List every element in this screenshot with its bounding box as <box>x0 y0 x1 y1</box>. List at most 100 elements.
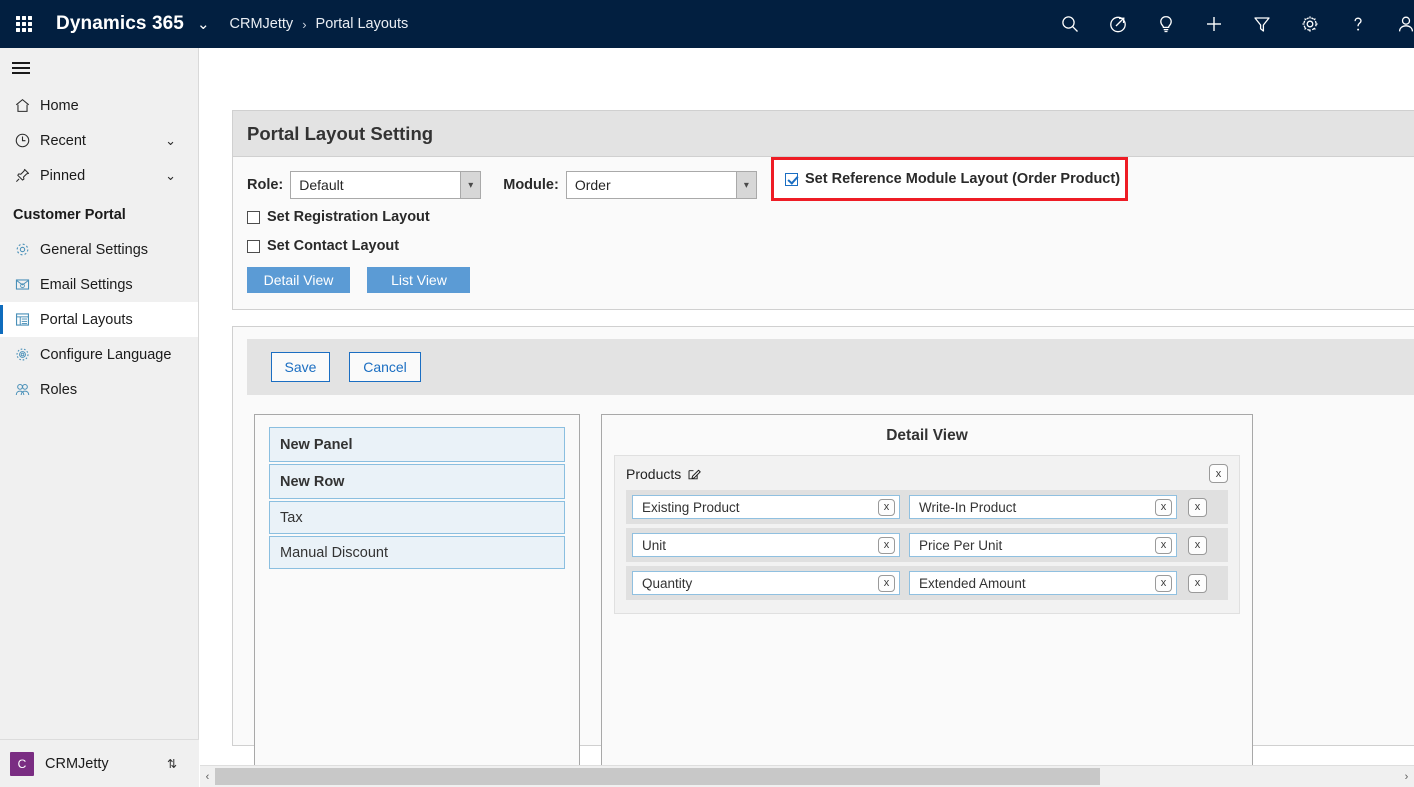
checkbox-box <box>785 173 798 186</box>
set-registration-layout-checkbox[interactable]: Set Registration Layout <box>247 209 1414 225</box>
field-write-in-product[interactable]: Write-In Product x <box>909 495 1177 519</box>
remove-section-button[interactable]: x <box>1209 464 1228 483</box>
sidebar-item-general-settings[interactable]: General Settings <box>0 232 198 267</box>
remove-field-button[interactable]: x <box>1155 537 1172 554</box>
chevron-down-icon: ▾ <box>460 172 480 198</box>
field-price-per-unit[interactable]: Price Per Unit x <box>909 533 1177 557</box>
field-existing-product[interactable]: Existing Product x <box>632 495 900 519</box>
remove-field-button[interactable]: x <box>878 499 895 516</box>
remove-row-button[interactable]: x <box>1188 498 1207 517</box>
portal-layout-setting-card: Portal Layout Setting Role: Default ▾ Mo… <box>232 110 1414 310</box>
sidebar-item-roles[interactable]: Roles <box>0 372 198 407</box>
layout-editor-card: Save Cancel New Panel New Row Tax Manual… <box>232 326 1414 746</box>
breadcrumb: CRMJetty › Portal Layouts <box>230 16 409 32</box>
remove-row-button[interactable]: x <box>1188 574 1207 593</box>
card-body: Role: Default ▾ Module: Order ▾ Set Regi… <box>233 157 1414 293</box>
sidebar-item-pinned[interactable]: Pinned ⌄ <box>0 158 198 193</box>
horizontal-scrollbar[interactable]: ‹ › <box>200 765 1414 787</box>
field-label: Write-In Product <box>919 500 1016 515</box>
assistant-icon[interactable] <box>1094 0 1142 48</box>
field-unit[interactable]: Unit x <box>632 533 900 557</box>
add-icon[interactable] <box>1190 0 1238 48</box>
list-item[interactable]: Tax <box>269 501 565 534</box>
edit-pencil-icon[interactable] <box>687 467 701 481</box>
list-item[interactable]: Manual Discount <box>269 536 565 569</box>
field-extended-amount[interactable]: Extended Amount x <box>909 571 1177 595</box>
set-contact-layout-checkbox[interactable]: Set Contact Layout <box>247 238 1414 254</box>
field-label: Unit <box>642 538 666 553</box>
editor-toolbar: Save Cancel <box>247 339 1414 395</box>
module-select[interactable]: Order ▾ <box>566 171 757 199</box>
breadcrumb-item-crmjetty[interactable]: CRMJetty <box>230 16 294 32</box>
role-label: Role: <box>247 177 283 193</box>
settings-gear-icon[interactable] <box>1286 0 1334 48</box>
sidebar-item-label: Portal Layouts <box>40 312 133 328</box>
remove-field-button[interactable]: x <box>878 537 895 554</box>
pin-icon <box>14 167 40 184</box>
user-account-switcher[interactable]: C CRMJetty ⇅ <box>0 739 199 787</box>
layout-item-label: New Row <box>280 474 344 490</box>
set-reference-module-layout-checkbox[interactable]: Set Reference Module Layout (Order Produ… <box>785 171 1120 187</box>
switch-vertical-icon[interactable]: ⇅ <box>167 758 177 770</box>
list-view-button[interactable]: List View <box>367 267 470 293</box>
home-icon <box>14 97 40 114</box>
main-content: Portal Layout Setting Role: Default ▾ Mo… <box>200 48 1414 787</box>
scroll-left-arrow-icon[interactable]: ‹ <box>200 771 215 783</box>
scroll-right-arrow-icon[interactable]: › <box>1399 771 1414 783</box>
brand-chevron-down-icon[interactable]: ⌄ <box>197 15 210 33</box>
chevron-down-icon[interactable]: ⌄ <box>165 134 176 147</box>
products-section-title: Products <box>626 466 681 482</box>
clock-icon <box>14 132 40 149</box>
remove-row-button[interactable]: x <box>1188 536 1207 555</box>
search-icon[interactable] <box>1046 0 1094 48</box>
account-person-icon[interactable] <box>1382 0 1414 48</box>
checkbox-label: Set Contact Layout <box>267 238 399 254</box>
field-label: Price Per Unit <box>919 538 1002 553</box>
sidebar-item-label: Home <box>40 98 79 114</box>
app-launcher-button[interactable] <box>0 0 48 48</box>
field-quantity[interactable]: Quantity x <box>632 571 900 595</box>
user-name: CRMJetty <box>45 756 109 772</box>
detail-view-button[interactable]: Detail View <box>247 267 350 293</box>
scrollbar-track[interactable] <box>215 766 1399 787</box>
scroll-viewport: Portal Layout Setting Role: Default ▾ Mo… <box>200 48 1414 765</box>
lightbulb-icon[interactable] <box>1142 0 1190 48</box>
remove-field-button[interactable]: x <box>1155 499 1172 516</box>
list-item[interactable]: New Panel <box>269 427 565 462</box>
layout-icon <box>14 311 40 328</box>
app-launcher-icon <box>16 16 32 32</box>
hamburger-menu-icon <box>12 59 30 77</box>
scrollbar-thumb[interactable] <box>215 768 1100 785</box>
cancel-button[interactable]: Cancel <box>349 352 421 382</box>
help-question-icon[interactable] <box>1334 0 1382 48</box>
products-section: Products x Existing Product x <box>614 455 1240 614</box>
detail-view-title: Detail View <box>602 415 1252 455</box>
remove-field-button[interactable]: x <box>1155 575 1172 592</box>
sidebar-item-configure-language[interactable]: Configure Language <box>0 337 198 372</box>
sidebar-item-label: Roles <box>40 382 77 398</box>
sidebar-item-label: Configure Language <box>40 347 171 363</box>
remove-field-button[interactable]: x <box>878 575 895 592</box>
breadcrumb-separator-icon: › <box>302 17 306 32</box>
save-button[interactable]: Save <box>271 352 330 382</box>
filter-icon[interactable] <box>1238 0 1286 48</box>
field-label: Quantity <box>642 576 692 591</box>
products-section-header: Products x <box>626 464 1228 483</box>
sidebar-item-home[interactable]: Home <box>0 88 198 123</box>
breadcrumb-item-portal-layouts[interactable]: Portal Layouts <box>316 16 409 32</box>
sidebar-hamburger-button[interactable] <box>0 48 199 88</box>
sidebar-item-portal-layouts[interactable]: Portal Layouts <box>0 302 198 337</box>
chevron-down-icon: ▾ <box>736 172 756 198</box>
role-select[interactable]: Default ▾ <box>290 171 481 199</box>
detail-view-pane: Detail View Products x Existing Product <box>601 414 1253 767</box>
module-label: Module: <box>503 177 559 193</box>
roles-people-icon <box>14 381 40 398</box>
sidebar-item-recent[interactable]: Recent ⌄ <box>0 123 198 158</box>
role-select-value: Default <box>291 172 460 198</box>
sidebar-item-label: Recent <box>40 133 86 149</box>
sidebar-item-email-settings[interactable]: Email Settings <box>0 267 198 302</box>
chevron-down-icon[interactable]: ⌄ <box>165 169 176 182</box>
list-item[interactable]: New Row <box>269 464 565 499</box>
field-label: Existing Product <box>642 500 740 515</box>
editor-panes: New Panel New Row Tax Manual Discount De… <box>254 414 1414 767</box>
